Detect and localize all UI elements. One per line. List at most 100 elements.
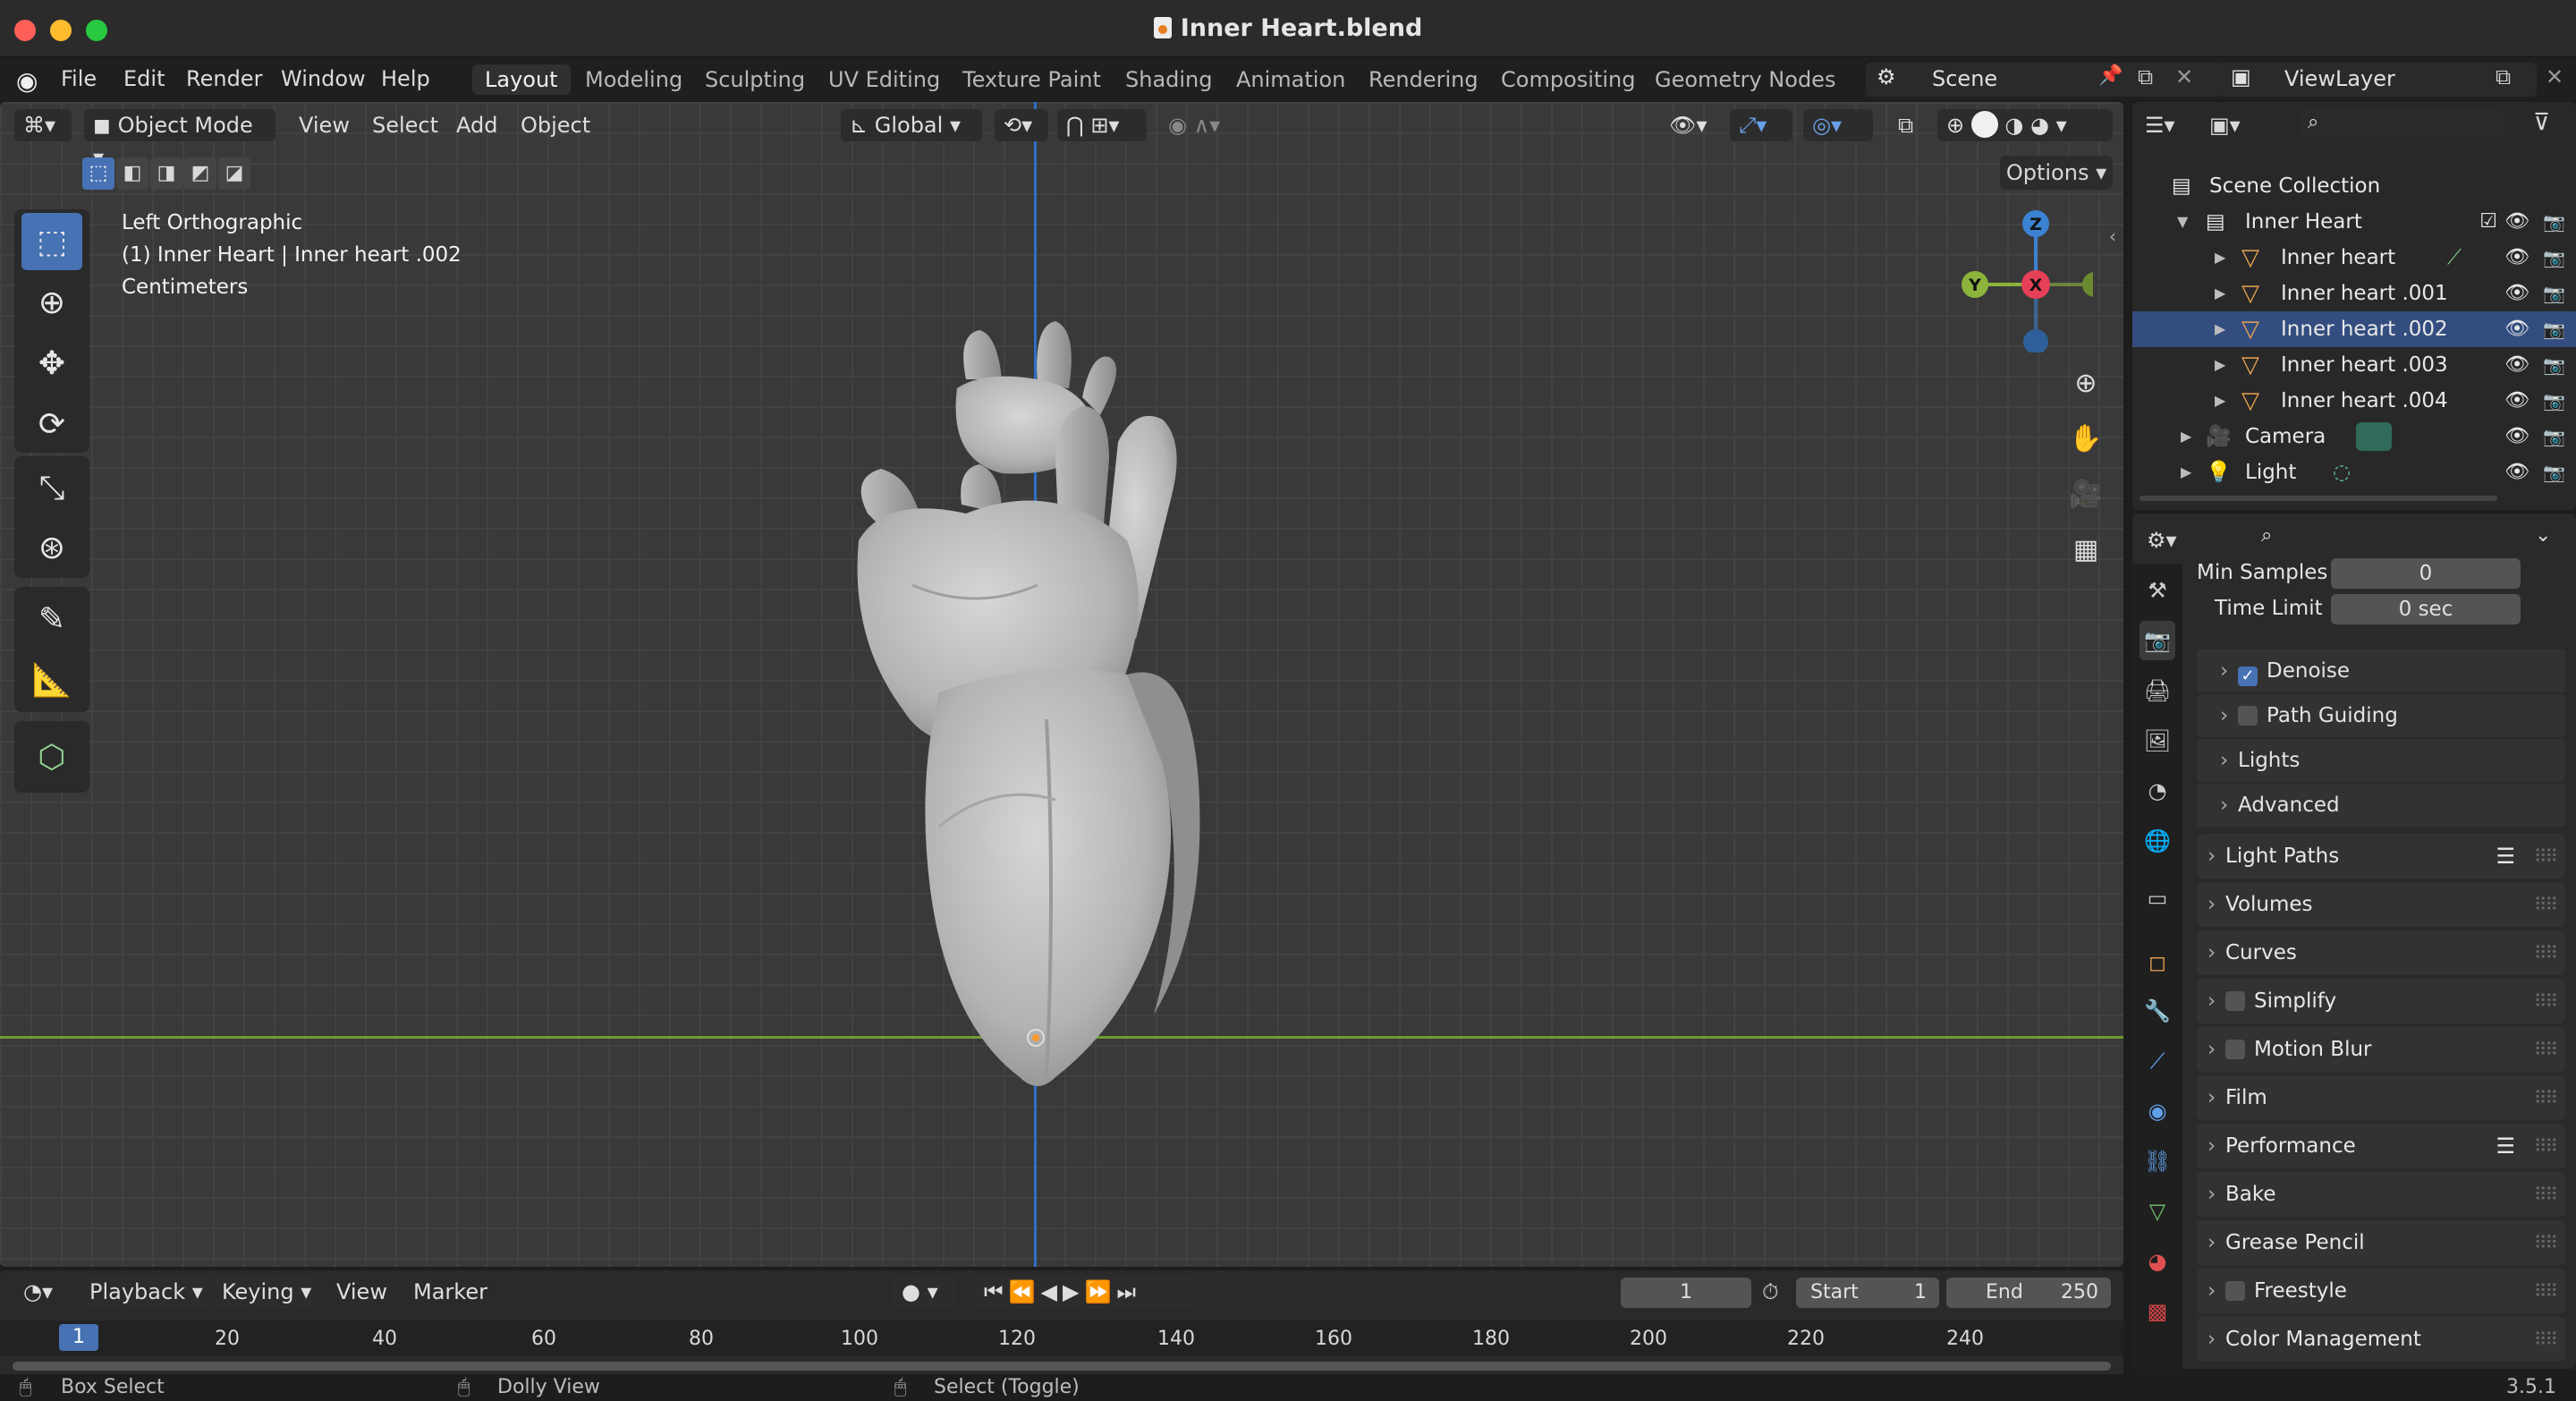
gizmo-toggle[interactable]: ⤢▾ (1730, 109, 1792, 141)
mode-selector[interactable]: ◼ Object Mode ▾ (84, 109, 275, 170)
outliner-item[interactable]: ▶ ▽ Inner heart .004 👁 📷 (2132, 383, 2576, 419)
drag-handle-icon[interactable]: ⠿⠿ (2534, 882, 2558, 927)
drag-handle-icon[interactable]: ⠿⠿ (2534, 1317, 2558, 1362)
outliner-item-light[interactable]: ▶ 💡 Light ◌ 👁 📷 (2132, 454, 2576, 490)
outliner-search-input[interactable]: ⌕ (2299, 109, 2504, 141)
expand-icon[interactable]: ▶ (2215, 347, 2225, 383)
eye-icon[interactable]: 👁 (2504, 204, 2529, 240)
panel-curves[interactable]: › Curves ⠿⠿ (2197, 930, 2565, 975)
select-box-tool-icon[interactable]: ⬚ (21, 213, 82, 270)
subpanel-advanced[interactable]: › Advanced (2197, 784, 2565, 827)
object-tab-icon[interactable]: ◻ (2140, 943, 2175, 982)
expand-icon[interactable]: ▶ (2215, 240, 2225, 276)
scene-tab-icon[interactable]: ◔ (2140, 771, 2175, 811)
drag-handle-icon[interactable]: ⠿⠿ (2534, 1172, 2558, 1217)
eye-icon[interactable]: 👁 (2504, 419, 2529, 454)
motion-blur-checkbox[interactable] (2225, 1040, 2245, 1059)
tab-modeling[interactable]: Modeling (572, 64, 695, 95)
select-intersect-icon[interactable]: ◪ (218, 157, 250, 190)
outliner-editor-type-icon[interactable]: ☰▾ (2145, 109, 2199, 141)
annotate-tool-icon[interactable]: ✎ (21, 590, 82, 648)
snap-toggle[interactable]: ⋂ ⊞▾ (1057, 109, 1147, 141)
menu-edit[interactable]: Edit (113, 64, 175, 93)
tab-texture-paint[interactable]: Texture Paint (950, 64, 1114, 95)
camera-render-icon[interactable]: 📷 (2543, 276, 2565, 311)
eye-icon[interactable]: 👁 (2504, 276, 2529, 311)
properties-editor-type-icon[interactable]: ⚙▾ (2147, 524, 2200, 556)
heart-model[interactable] (832, 317, 1261, 1104)
drag-handle-icon[interactable]: ⠿⠿ (2534, 930, 2558, 975)
chevron-down-icon[interactable]: ▾ (2056, 113, 2067, 138)
collection-tab-icon[interactable]: ▭ (2140, 879, 2175, 918)
eye-icon[interactable]: 👁 (2504, 454, 2529, 490)
world-tab-icon[interactable]: 🌐 (2140, 821, 2175, 861)
origin-cursor-icon[interactable] (1027, 1029, 1045, 1047)
viewport-menu-object[interactable]: Object (512, 109, 599, 141)
tab-shading[interactable]: Shading (1113, 64, 1225, 95)
drag-handle-icon[interactable]: ⠿⠿ (2534, 834, 2558, 879)
timeline-scrollbar[interactable] (13, 1362, 2111, 1371)
panel-performance[interactable]: › Performance ☰ ⠿⠿ (2197, 1124, 2565, 1168)
delete-scene-icon[interactable]: ✕ (2175, 64, 2193, 89)
drag-handle-icon[interactable]: ⠿⠿ (2534, 1220, 2558, 1265)
constraints-tab-icon[interactable]: ⛓ (2140, 1142, 2175, 1181)
blender-logo-icon[interactable]: ◉ (16, 66, 38, 96)
3d-viewport[interactable]: ⌘▾ ◼ Object Mode ▾ View Select Add Objec… (0, 102, 2123, 1267)
drag-handle-icon[interactable]: ⠿⠿ (2534, 1269, 2558, 1313)
filter-icon[interactable]: ⊽ (2533, 109, 2550, 136)
subpanel-path-guiding[interactable]: › Path Guiding (2197, 694, 2565, 737)
transform-tool-icon[interactable]: ⊛ (21, 519, 82, 576)
select-new-icon[interactable]: ⬚ (82, 157, 114, 190)
expand-icon[interactable]: ▶ (2181, 454, 2191, 490)
pivot-point-button[interactable]: ⟲▾ (995, 109, 1048, 141)
panel-bake[interactable]: › Bake ⠿⠿ (2197, 1172, 2565, 1217)
menu-render[interactable]: Render (175, 64, 273, 93)
expand-icon[interactable]: ▶ (2215, 276, 2225, 311)
select-invert-icon[interactable]: ◩ (184, 157, 216, 190)
timeline-menu-keying[interactable]: Keying ▾ (213, 1276, 321, 1308)
solid-shading-icon[interactable] (1970, 111, 1998, 138)
prev-keyframe-icon[interactable]: ⏪ (1009, 1279, 1041, 1304)
rendered-shading-icon[interactable]: ◕ (2030, 113, 2049, 138)
outliner-collection-inner-heart[interactable]: ▼ ▤ Inner Heart ☑ 👁 📷 (2132, 204, 2576, 240)
next-keyframe-icon[interactable]: ⏩ (1084, 1279, 1116, 1304)
tab-geometry-nodes[interactable]: Geometry Nodes (1642, 64, 1848, 95)
viewport-menu-view[interactable]: View (290, 109, 359, 141)
scale-tool-icon[interactable]: ⤡ (21, 460, 82, 517)
navigation-gizmo[interactable]: Z Y X (1950, 200, 2093, 352)
camera-render-icon[interactable]: 📷 (2543, 419, 2565, 454)
visibility-selector[interactable]: 👁▾ (1660, 109, 1721, 141)
expand-icon[interactable]: ▶ (2215, 383, 2225, 419)
camera-render-icon[interactable]: 📷 (2543, 347, 2565, 383)
proportional-editing-toggle[interactable]: ◉ ∧▾ (1159, 109, 1240, 141)
frame-ruler[interactable]: 1 20 40 60 80 100 120 140 160 180 200 22… (0, 1320, 2123, 1356)
outliner-item[interactable]: ▶ ▽ Inner heart .001 👁 📷 (2132, 276, 2576, 311)
new-scene-icon[interactable]: ⧉ (2138, 64, 2153, 89)
eye-icon[interactable]: 👁 (2504, 240, 2529, 276)
xray-toggle[interactable]: ⧉ (1889, 109, 1928, 141)
modifier-tab-icon[interactable]: 🔧 (2140, 991, 2175, 1031)
tab-rendering[interactable]: Rendering (1356, 64, 1491, 95)
drag-handle-icon[interactable]: ⠿⠿ (2534, 1124, 2558, 1168)
outliner-item-camera[interactable]: ▶ 🎥 Camera 👁 📷 (2132, 419, 2576, 454)
cursor-tool-icon[interactable]: ⊕ (21, 274, 82, 331)
pin-icon[interactable]: 📌 (2098, 64, 2123, 87)
presets-list-icon[interactable]: ☰ (2496, 834, 2515, 879)
panel-motion-blur[interactable]: › Motion Blur ⠿⠿ (2197, 1027, 2565, 1072)
ortho-grid-icon[interactable]: ▦ (2063, 526, 2109, 573)
move-tool-icon[interactable]: ✥ (21, 335, 82, 392)
view-layer-tab-icon[interactable]: 🖼 (2140, 721, 2175, 760)
tab-animation[interactable]: Animation (1224, 64, 1358, 95)
material-tab-icon[interactable]: ◕ (2140, 1242, 2175, 1281)
panel-grease-pencil[interactable]: › Grease Pencil ⠿⠿ (2197, 1220, 2565, 1265)
jump-end-icon[interactable]: ⏭ (1116, 1279, 1141, 1304)
tab-uv-editing[interactable]: UV Editing (816, 64, 953, 95)
tab-sculpting[interactable]: Sculpting (692, 64, 818, 95)
outliner-scene-collection[interactable]: ▤ Scene Collection (2132, 168, 2576, 204)
camera-render-icon[interactable]: 📷 (2543, 454, 2565, 490)
eye-icon[interactable]: 👁 (2504, 383, 2529, 419)
new-view-layer-icon[interactable]: ⧉ (2496, 64, 2511, 89)
timeline-menu-playback[interactable]: Playback ▾ (80, 1276, 212, 1308)
select-subtract-icon[interactable]: ◨ (150, 157, 182, 190)
panel-color-management[interactable]: › Color Management ⠿⠿ (2197, 1317, 2565, 1362)
